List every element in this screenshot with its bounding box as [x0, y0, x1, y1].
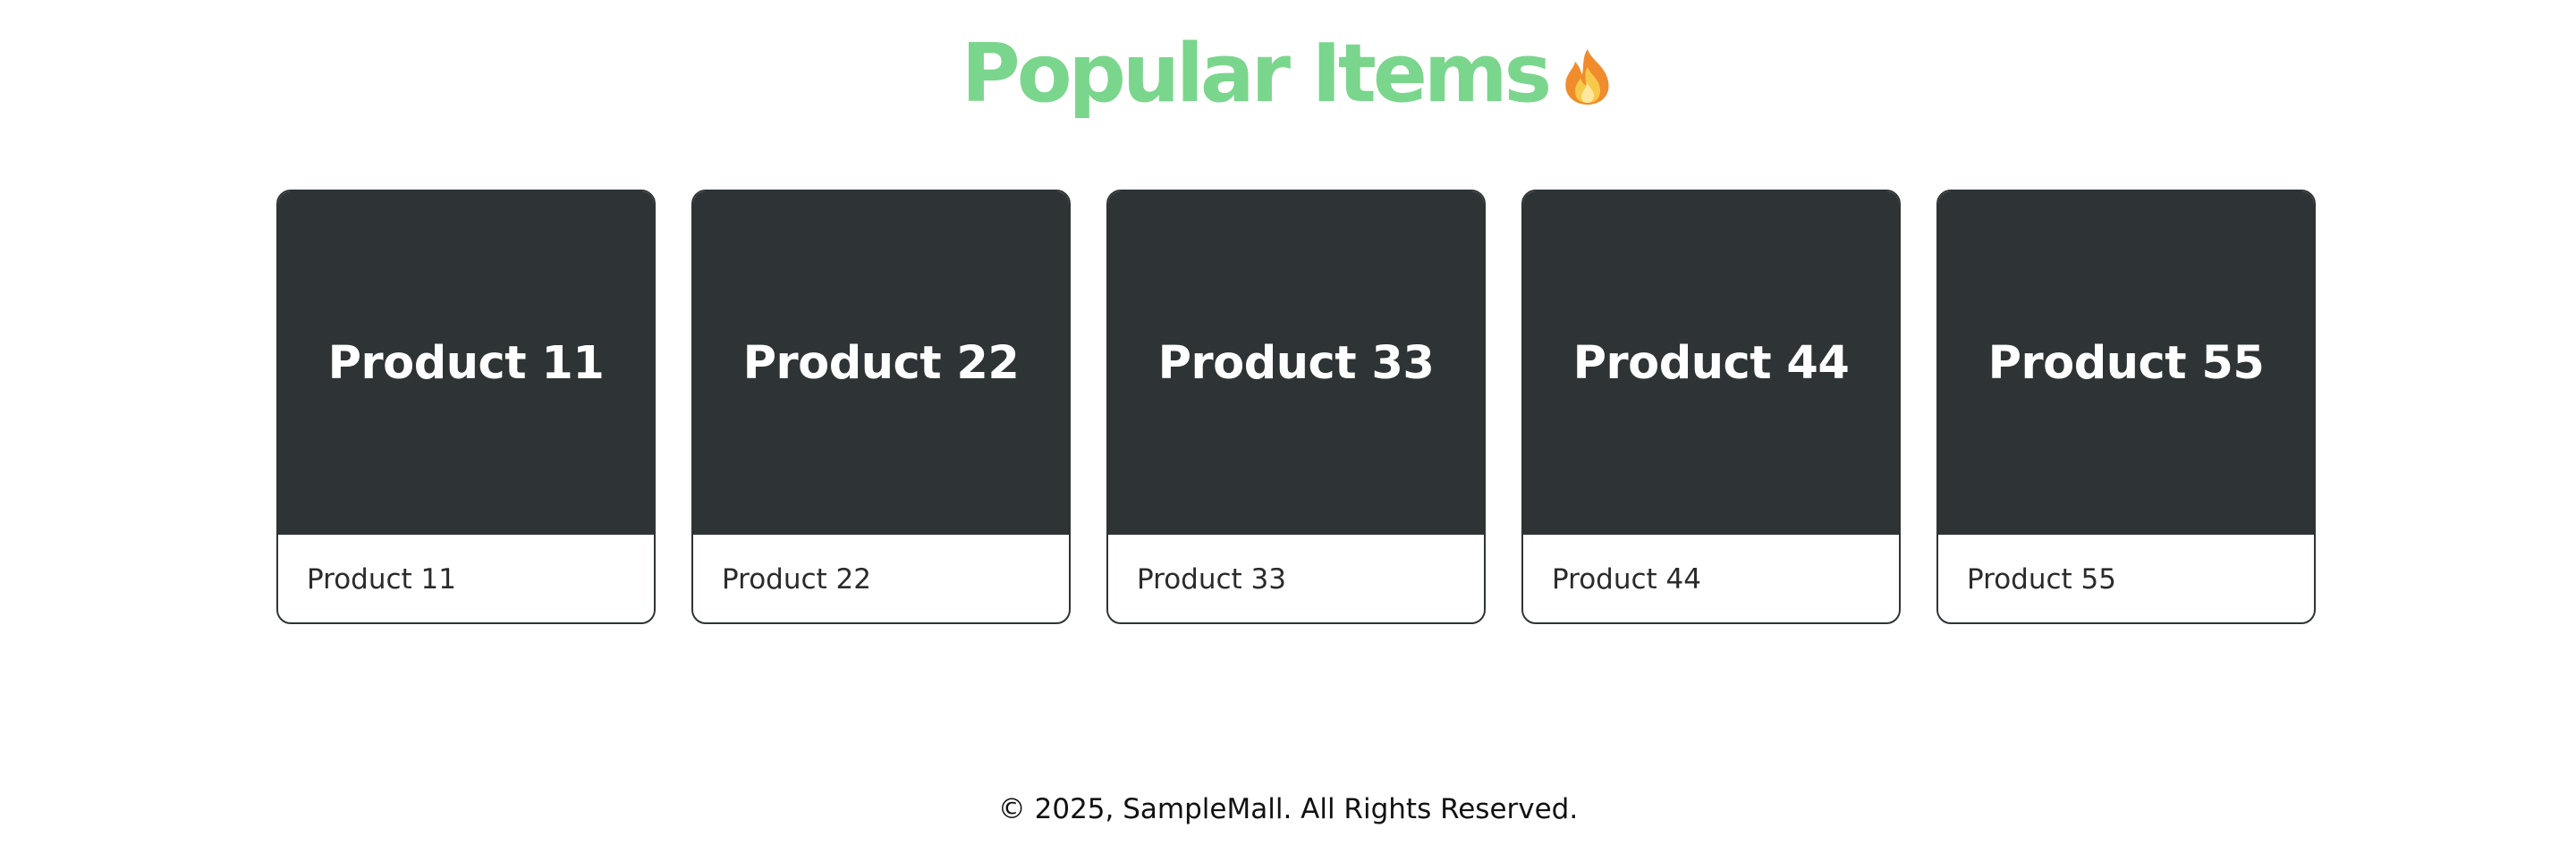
- product-card-body: Product 33: [1108, 535, 1484, 622]
- product-image[interactable]: Product 33: [1108, 191, 1484, 535]
- product-grid: Product 11 Product 11 Product 22 Product…: [276, 190, 2316, 624]
- product-card[interactable]: Product 33 Product 33: [1106, 190, 1486, 624]
- popular-items-heading: Popular Items: [962, 34, 1615, 114]
- product-title[interactable]: Product 33: [1137, 563, 1286, 596]
- product-image[interactable]: Product 44: [1523, 191, 1899, 535]
- product-card-body: Product 11: [278, 535, 654, 622]
- section-header: Popular Items: [0, 25, 2576, 123]
- product-card-body: Product 44: [1523, 535, 1899, 622]
- page-title: Popular Items: [961, 27, 1552, 121]
- product-title[interactable]: Product 22: [722, 563, 871, 596]
- product-image[interactable]: Product 55: [1938, 191, 2314, 535]
- product-card-body: Product 22: [693, 535, 1069, 622]
- product-image-label: Product 11: [327, 336, 605, 390]
- product-title[interactable]: Product 11: [307, 563, 456, 596]
- product-card[interactable]: Product 11 Product 11: [276, 190, 656, 624]
- product-image-label: Product 55: [1987, 336, 2265, 390]
- product-image-label: Product 44: [1572, 336, 1850, 390]
- product-card[interactable]: Product 22 Product 22: [691, 190, 1071, 624]
- product-card-body: Product 55: [1938, 535, 2314, 622]
- product-image-label: Product 22: [742, 336, 1020, 390]
- product-title[interactable]: Product 44: [1552, 563, 1701, 596]
- product-image-label: Product 33: [1157, 336, 1435, 390]
- product-title[interactable]: Product 55: [1967, 563, 2116, 596]
- product-card[interactable]: Product 44 Product 44: [1521, 190, 1901, 624]
- fire-icon: [1561, 47, 1614, 106]
- product-card[interactable]: Product 55 Product 55: [1936, 190, 2316, 624]
- footer-copyright: © 2025, SampleMall. All Rights Reserved.: [997, 793, 1579, 825]
- product-image[interactable]: Product 11: [278, 191, 654, 535]
- product-image[interactable]: Product 22: [693, 191, 1069, 535]
